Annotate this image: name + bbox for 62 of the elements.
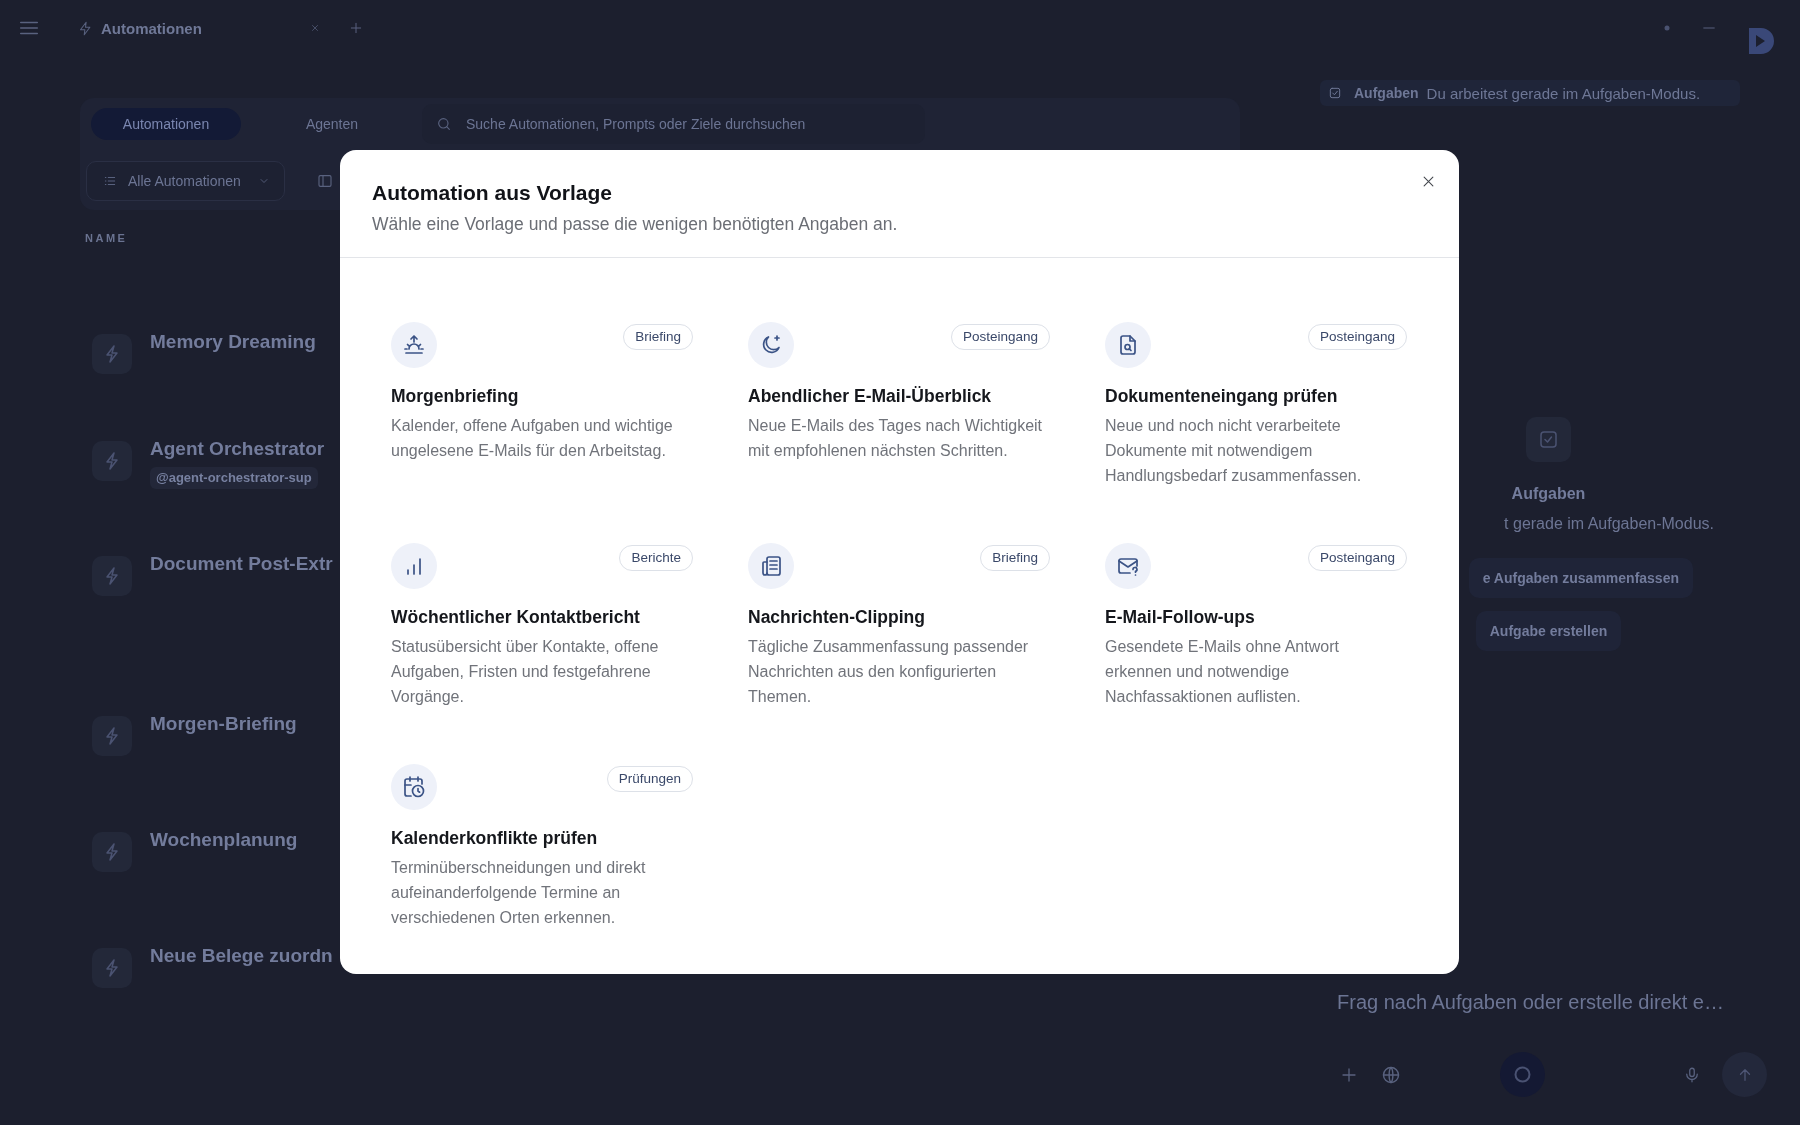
bolt-tile-icon — [92, 832, 132, 872]
bolt-tile-icon — [92, 334, 132, 374]
template-description: Terminüberschneidungen und direkt aufeinanderfolgende Termine an verschiedenen Orten erkennen. — [391, 858, 647, 928]
bolt-tile-icon — [92, 441, 132, 481]
bolt-tile-icon — [92, 716, 132, 756]
template-title[interactable]: Kalenderkonflikte prüfen — [391, 826, 693, 850]
newspaper-icon — [748, 543, 794, 589]
template-description: Neue E-Mails des Tages nach Wichtigkeit mit empfohlenen nächsten Schritten. — [748, 416, 1044, 461]
sidebar-icon[interactable] — [317, 173, 333, 189]
action-button[interactable]: Aufgabe erstellen — [1475, 611, 1622, 651]
template-description: Statusübersicht über Kontakte, offene Aufgaben, Fristen und festgefahrene Vorgänge. — [391, 637, 660, 707]
sunrise-icon — [391, 322, 437, 368]
globe-icon[interactable] — [1381, 1064, 1401, 1085]
template-description: Tägliche Zusammenfassung passender Nachrichten aus den konfigurierten Themen. — [748, 637, 1030, 707]
column-header: NAME — [85, 231, 128, 245]
check-tile-icon — [1526, 417, 1571, 462]
agent-tag: @agent-orchestrator-sup — [150, 467, 318, 489]
tab-title[interactable]: Automationen — [101, 19, 202, 37]
checkbox-icon — [1328, 86, 1342, 100]
view-tab[interactable]: Automationen — [91, 108, 241, 140]
template-title[interactable]: E-Mail-Follow-ups — [1105, 605, 1407, 629]
dot-icon[interactable] — [1664, 25, 1670, 31]
empty-heading: Aufgaben — [1511, 484, 1586, 504]
dialog-subtitle: Wähle eine Vorlage und passe die wenigen benötigten Angaben an. — [372, 213, 899, 236]
template-description: Kalender, offene Aufgaben und wichtige ungelesene E-Mails für den Arbeitstag. — [391, 416, 674, 461]
view-tab[interactable]: Agenten — [257, 108, 407, 140]
mail-question-icon — [1105, 543, 1151, 589]
automation-title[interactable]: Document Post-Extr — [150, 552, 333, 576]
disc-icon[interactable] — [1500, 1052, 1545, 1097]
dialog-title: Automation aus Vorlage — [372, 180, 613, 206]
lightning-icon — [78, 20, 93, 36]
action-button[interactable]: e Aufgaben zusammenfassen — [1468, 558, 1693, 598]
message-field[interactable]: Frag nach Aufgaben oder erstelle direkt e… — [1337, 990, 1777, 1014]
send-button[interactable] — [1722, 1052, 1767, 1097]
automation-title[interactable]: Neue Belege zuordn — [150, 944, 333, 968]
template-title[interactable]: Abendlicher E-Mail-Überblick — [748, 384, 1050, 408]
automation-title[interactable]: Morgen-Briefing — [150, 712, 297, 736]
template-description: Gesendete E-Mails ohne Antwort erkennen und notwendige Nachfassaktionen auflisten. — [1105, 637, 1340, 707]
list-icon — [103, 174, 117, 188]
empty-text: t gerade im Aufgaben-Modus. — [1504, 514, 1714, 534]
search-icon — [436, 116, 452, 132]
bolt-tile-icon — [92, 556, 132, 596]
search-field[interactable]: Suche Automationen, Prompts oder Ziele durchsuchen — [422, 104, 925, 144]
file-search-icon — [1105, 322, 1151, 368]
bolt-tile-icon — [92, 948, 132, 988]
template-description: Neue und noch nicht verarbeitete Dokumente mit notwendigem Handlungsbedarf zusammenfassen. — [1105, 416, 1363, 486]
mic-icon[interactable] — [1683, 1065, 1701, 1084]
bar-chart-icon — [391, 543, 437, 589]
close-icon[interactable] — [309, 23, 320, 33]
calendar-clock-icon — [391, 764, 437, 810]
plus-icon[interactable] — [348, 21, 363, 35]
banner-title: Aufgaben — [1354, 85, 1419, 101]
template-title[interactable]: Nachrichten-Clipping — [748, 605, 1050, 629]
moon-icon — [748, 322, 794, 368]
automation-title[interactable]: Agent Orchestrator — [150, 437, 325, 461]
automation-title[interactable]: Wochenplanung — [150, 828, 298, 852]
template-title[interactable]: Morgenbriefing — [391, 384, 693, 408]
automation-title[interactable]: Memory Dreaming — [150, 330, 316, 354]
filter-dropdown[interactable]: Alle Automationen — [86, 161, 285, 201]
banner-text: Du arbeitest gerade im Aufgaben-Modus. — [1426, 84, 1701, 102]
template-title[interactable]: Dokumenteneingang prüfen — [1105, 384, 1407, 408]
template-title[interactable]: Wöchentlicher Kontaktbericht — [391, 605, 693, 629]
